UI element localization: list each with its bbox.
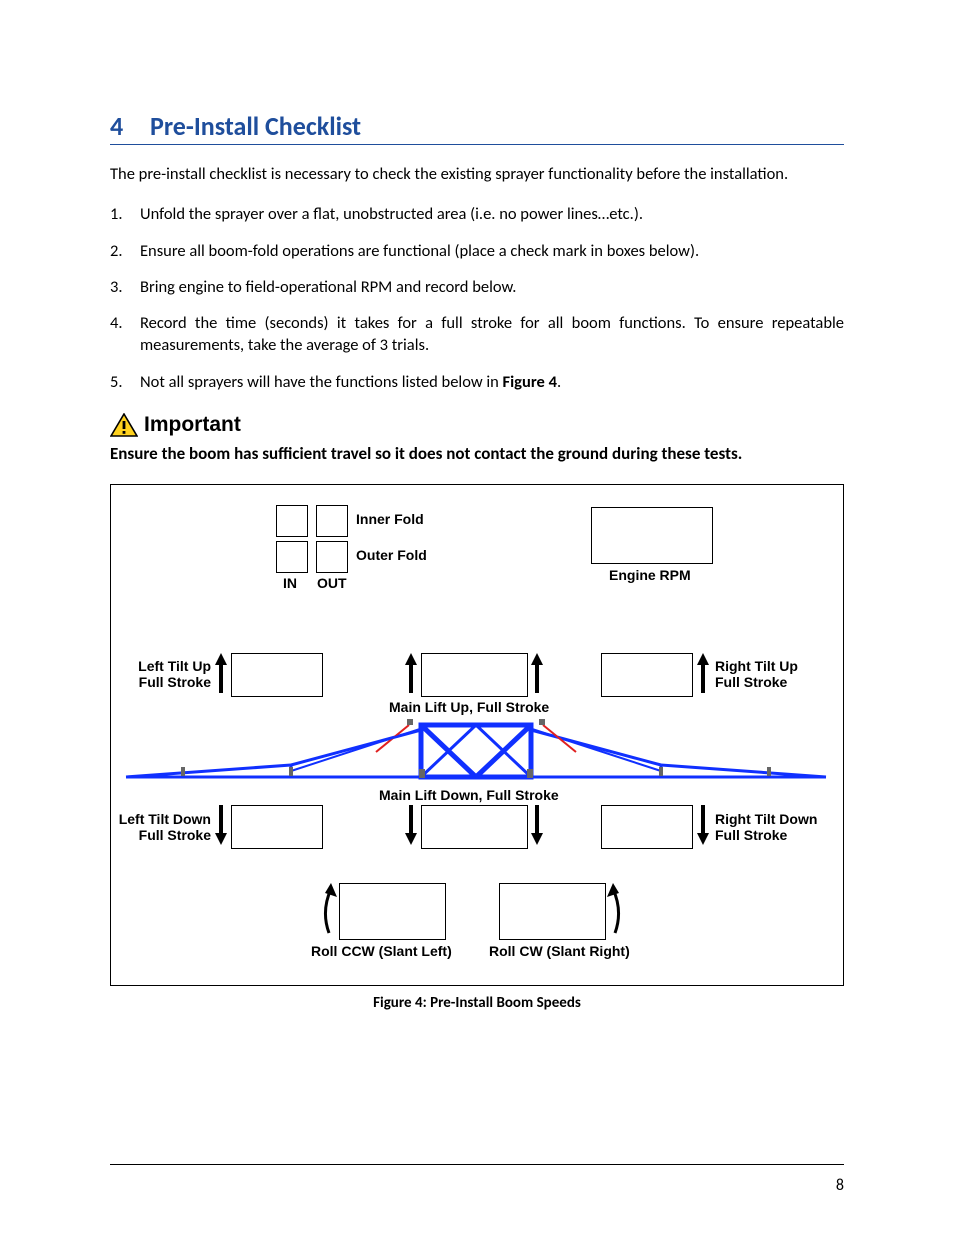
roll-cw-arrow-icon [607,883,629,939]
left-tilt-down-arrow-icon [213,805,229,845]
important-label: Important [144,413,241,437]
right-tilt-up-label: Right Tilt Up Full Stroke [715,658,798,690]
main-lift-down-input[interactable] [421,805,528,849]
figure-caption: Figure 4: Pre-Install Boom Speeds [110,994,844,1012]
step-5: Not all sprayers will have the functions… [110,371,844,393]
engine-rpm-input[interactable] [591,507,713,564]
outer-fold-in-checkbox[interactable] [276,541,308,573]
intro-paragraph: The pre-install checklist is necessary t… [110,163,844,185]
main-lift-up-arrow-right-icon [529,653,545,693]
warning-icon [110,413,138,437]
section-number: 4 [110,110,150,142]
step-5-suffix: . [557,372,561,392]
inner-fold-in-checkbox[interactable] [276,505,308,537]
right-tilt-down-arrow-icon [695,805,711,845]
footer-rule [110,1164,844,1165]
right-tilt-down-input[interactable] [601,805,693,849]
left-tilt-up-label: Left Tilt Up Full Stroke [131,658,211,690]
checklist-steps: Unfold the sprayer over a flat, unobstru… [110,203,844,393]
roll-cw-label: Roll CW (Slant Right) [489,943,630,959]
out-label: OUT [317,575,347,591]
step-5-prefix: Not all sprayers will have the functions… [140,372,503,392]
step-1: Unfold the sprayer over a flat, unobstru… [110,203,844,225]
in-label: IN [283,575,297,591]
step-3: Bring engine to field-operational RPM an… [110,276,844,298]
right-tilt-up-input[interactable] [601,653,693,697]
left-tilt-up-arrow-icon [213,653,229,693]
left-tilt-down-input[interactable] [231,805,323,849]
important-text: Ensure the boom has sufficient travel so… [110,443,844,466]
main-lift-up-arrow-left-icon [403,653,419,693]
section-heading: 4 Pre-Install Checklist [110,110,844,145]
roll-cw-input[interactable] [499,883,606,940]
right-tilt-up-arrow-icon [695,653,711,693]
left-tilt-up-input[interactable] [231,653,323,697]
page: 4 Pre-Install Checklist The pre-install … [0,0,954,1235]
engine-rpm-label: Engine RPM [609,567,691,583]
right-tilt-down-label: Right Tilt Down Full Stroke [715,811,817,843]
step-2: Ensure all boom-fold operations are func… [110,240,844,262]
roll-ccw-arrow-icon [315,883,337,939]
main-lift-up-label: Main Lift Up, Full Stroke [389,699,549,715]
roll-ccw-input[interactable] [339,883,446,940]
boom-diagram [111,715,841,787]
step-4: Record the time (seconds) it takes for a… [110,312,844,357]
important-heading: Important [110,413,844,437]
main-lift-down-label: Main Lift Down, Full Stroke [379,787,559,803]
inner-fold-out-checkbox[interactable] [316,505,348,537]
outer-fold-label: Outer Fold [356,547,427,563]
page-number: 8 [836,1176,844,1195]
main-lift-down-arrow-left-icon [403,805,419,845]
main-lift-down-arrow-right-icon [529,805,545,845]
left-tilt-down-label: Left Tilt Down Full Stroke [113,811,211,843]
figure-4: Inner Fold Outer Fold IN OUT Engine RPM … [110,484,844,986]
outer-fold-out-checkbox[interactable] [316,541,348,573]
section-title: Pre-Install Checklist [150,110,361,142]
inner-fold-label: Inner Fold [356,511,424,527]
roll-ccw-label: Roll CCW (Slant Left) [311,943,452,959]
main-lift-up-input[interactable] [421,653,528,697]
step-5-figref: Figure 4 [503,372,557,392]
